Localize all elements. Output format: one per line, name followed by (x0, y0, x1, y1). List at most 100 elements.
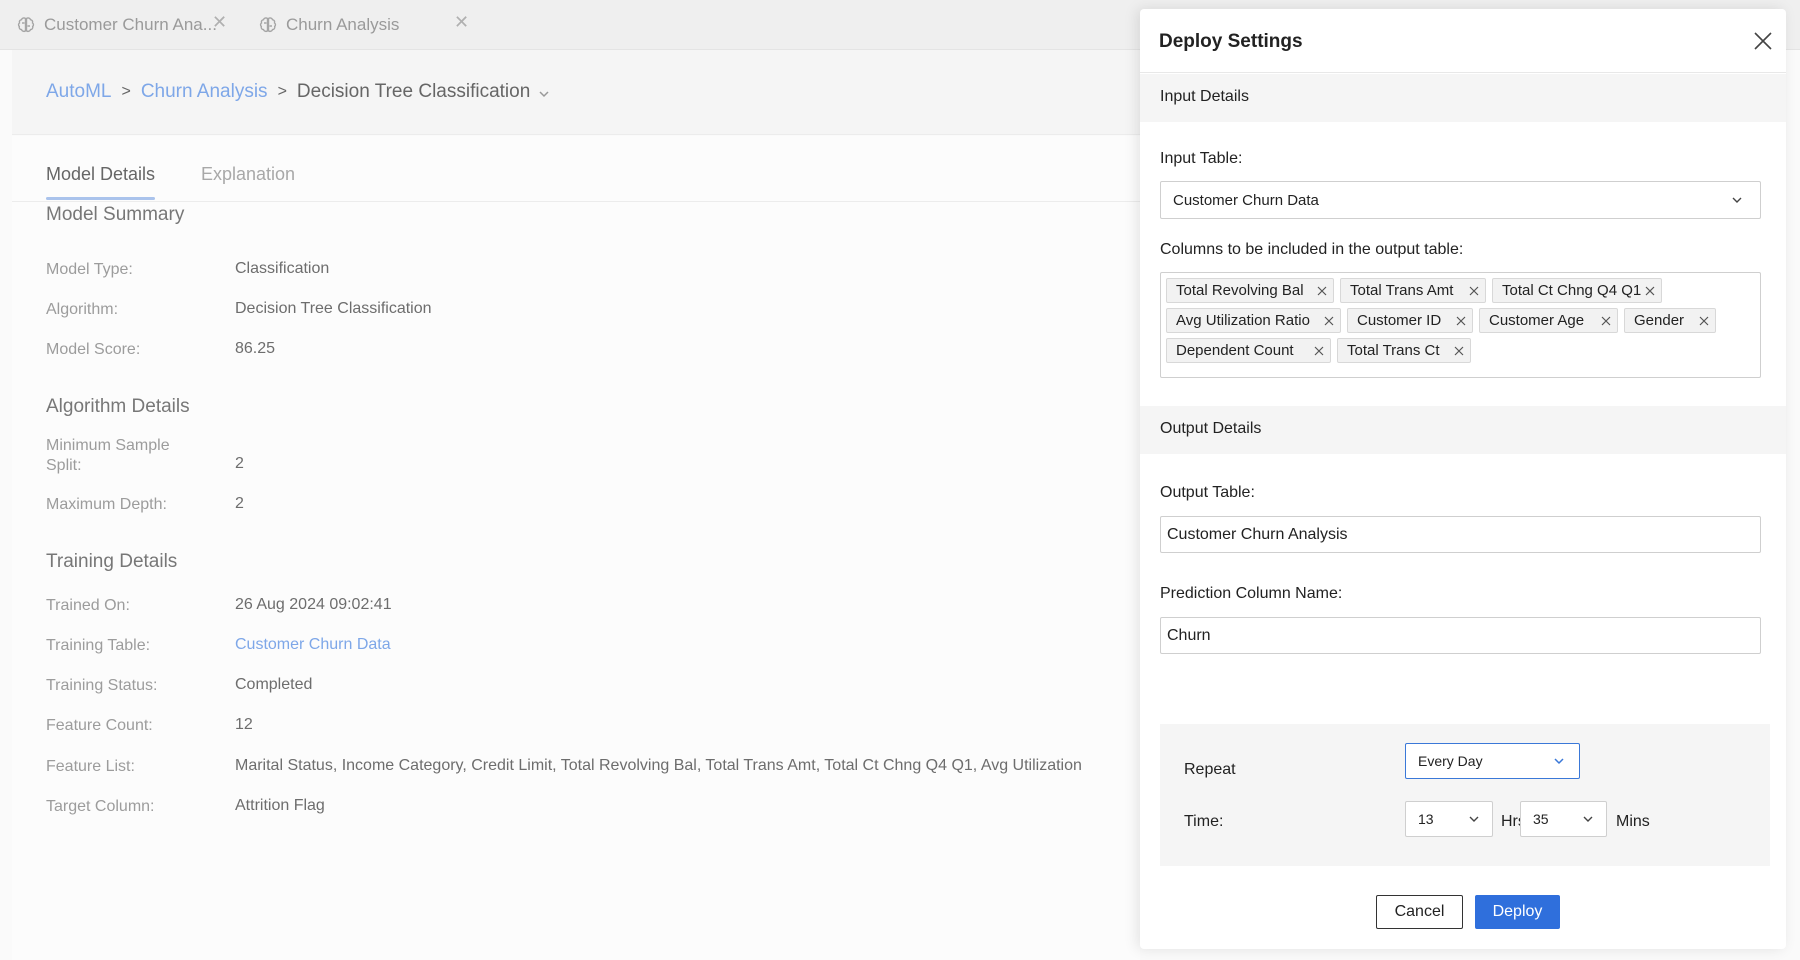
repeat-select[interactable]: Every Day (1405, 743, 1580, 779)
column-tag-label: Avg Utilization Ratio (1176, 312, 1310, 329)
dialog-header: Deploy Settings (1140, 9, 1786, 73)
feature-list-value: Marital Status, Income Category, Credit … (235, 757, 1082, 774)
target-column-label: Target Column: (46, 798, 155, 815)
remove-tag-icon[interactable] (1469, 286, 1479, 296)
column-tag-label: Customer Age (1489, 312, 1585, 329)
trained-on-label: Trained On: (46, 597, 130, 614)
model-type-label: Model Type: (46, 261, 133, 278)
column-tag: Total Trans Ct (1337, 338, 1471, 363)
model-score-label: Model Score: (46, 341, 141, 358)
column-tag-label: Total Ct Chng Q4 Q1 (1502, 282, 1642, 299)
output-details-section: Output Details (1140, 406, 1786, 454)
close-icon[interactable]: ✕ (212, 12, 227, 33)
breadcrumb: AutoML > Churn Analysis > Decision Tree … (12, 50, 1140, 135)
feature-list-label: Feature List: (46, 758, 135, 775)
remove-tag-icon[interactable] (1314, 346, 1324, 356)
chevron-down-icon[interactable] (538, 88, 550, 100)
breadcrumb-separator: > (277, 83, 287, 100)
output-columns-multiselect[interactable]: Total Revolving Bal Total Trans Amt Tota… (1160, 272, 1761, 378)
remove-tag-icon[interactable] (1317, 286, 1327, 296)
hours-select[interactable]: 13 (1405, 801, 1493, 837)
close-icon[interactable] (1751, 29, 1775, 53)
column-tag-label: Total Trans Ct (1347, 342, 1440, 359)
tab-explanation[interactable]: Explanation (201, 164, 295, 185)
input-details-section: Input Details (1140, 74, 1786, 122)
breadcrumb-churn-analysis-link[interactable]: Churn Analysis (141, 81, 268, 103)
column-tag: Total Trans Amt (1340, 278, 1486, 303)
minutes-select[interactable]: 35 (1520, 801, 1607, 837)
model-score-value: 86.25 (235, 340, 276, 357)
feature-count-value: 12 (235, 716, 253, 733)
tab-label: Customer Churn Ana... (44, 15, 217, 34)
input-table-value: Customer Churn Data (1173, 192, 1319, 209)
close-icon[interactable]: ✕ (454, 12, 469, 33)
remove-tag-icon[interactable] (1454, 346, 1464, 356)
tab-churn-analysis[interactable]: Churn Analysis ✕ (258, 0, 478, 50)
remove-tag-icon[interactable] (1699, 316, 1709, 326)
column-tag: Customer ID (1347, 308, 1473, 333)
deploy-settings-dialog: Deploy Settings Input Details Input Tabl… (1140, 9, 1786, 949)
column-tag-label: Total Revolving Bal (1176, 282, 1304, 299)
breadcrumb-separator: > (121, 83, 131, 100)
chevron-down-icon (1554, 758, 1564, 765)
algorithm-label: Algorithm: (46, 301, 119, 318)
training-status-label: Training Status: (46, 677, 158, 694)
time-label: Time: (1184, 813, 1224, 830)
min-sample-split-label: Minimum Sample Split: (46, 437, 170, 474)
output-table-label: Output Table: (1160, 484, 1255, 501)
column-tag-label: Total Trans Amt (1350, 282, 1454, 299)
schedule-panel: Repeat Every Day Time: 13 Hrs 35 Mins (1160, 724, 1770, 866)
training-status-value: Completed (235, 676, 313, 693)
training-table-label: Training Table: (46, 637, 151, 654)
feature-count-label: Feature Count: (46, 717, 153, 734)
column-tag: Gender (1624, 308, 1716, 333)
input-table-select[interactable]: Customer Churn Data (1160, 181, 1761, 219)
cancel-button[interactable]: Cancel (1376, 895, 1463, 929)
target-column-value: Attrition Flag (235, 797, 325, 814)
column-tag-label: Gender (1634, 312, 1685, 329)
prediction-column-label: Prediction Column Name: (1160, 585, 1343, 602)
column-tag: Avg Utilization Ratio (1166, 308, 1341, 333)
repeat-label: Repeat (1184, 761, 1236, 778)
hours-value: 13 (1418, 811, 1434, 827)
tab-model-details[interactable]: Model Details (46, 164, 156, 200)
column-tag: Total Ct Chng Q4 Q1 (1492, 278, 1662, 303)
deploy-button[interactable]: Deploy (1475, 895, 1560, 929)
training-table-link[interactable]: Customer Churn Data (235, 636, 391, 654)
column-tag-label: Customer ID (1357, 312, 1442, 329)
minutes-value: 35 (1533, 811, 1549, 827)
model-type-value: Classification (235, 260, 330, 277)
training-details-title: Training Details (46, 551, 178, 572)
model-tabs: Model Details Explanation (12, 136, 1140, 202)
column-tag-label: Dependent Count (1176, 342, 1294, 359)
remove-tag-icon[interactable] (1645, 286, 1655, 296)
max-depth-value: 2 (235, 495, 244, 512)
chevron-down-icon (1469, 816, 1479, 822)
remove-tag-icon[interactable] (1324, 316, 1334, 326)
remove-tag-icon[interactable] (1601, 316, 1611, 326)
prediction-column-input[interactable]: Churn (1160, 617, 1761, 654)
output-details-heading: Output Details (1160, 420, 1262, 437)
max-depth-label: Maximum Depth: (46, 496, 167, 513)
column-tag: Customer Age (1479, 308, 1618, 333)
tab-customer-churn-analysis[interactable]: Customer Churn Ana... ✕ (16, 0, 227, 50)
brain-icon (259, 17, 277, 33)
trained-on-value: 26 Aug 2024 09:02:41 (235, 596, 392, 613)
min-sample-split-value: 2 (235, 455, 244, 472)
column-tag: Dependent Count (1166, 338, 1331, 363)
breadcrumb-current[interactable]: Decision Tree Classification (297, 81, 530, 103)
minutes-unit: Mins (1616, 813, 1650, 830)
algorithm-value: Decision Tree Classification (235, 300, 432, 317)
chevron-down-icon (1583, 816, 1593, 822)
breadcrumb-automl-link[interactable]: AutoML (46, 81, 111, 103)
remove-tag-icon[interactable] (1456, 316, 1466, 326)
tab-label: Churn Analysis (286, 15, 400, 34)
repeat-value: Every Day (1418, 753, 1483, 769)
brain-icon (17, 17, 35, 33)
model-content: Model Details Explanation Model Summary … (12, 136, 1140, 960)
algorithm-details-title: Algorithm Details (46, 396, 190, 417)
output-table-input[interactable]: Customer Churn Analysis (1160, 516, 1761, 553)
input-details-heading: Input Details (1160, 88, 1249, 105)
chevron-down-icon (1732, 197, 1742, 203)
column-tag: Total Revolving Bal (1166, 278, 1334, 303)
